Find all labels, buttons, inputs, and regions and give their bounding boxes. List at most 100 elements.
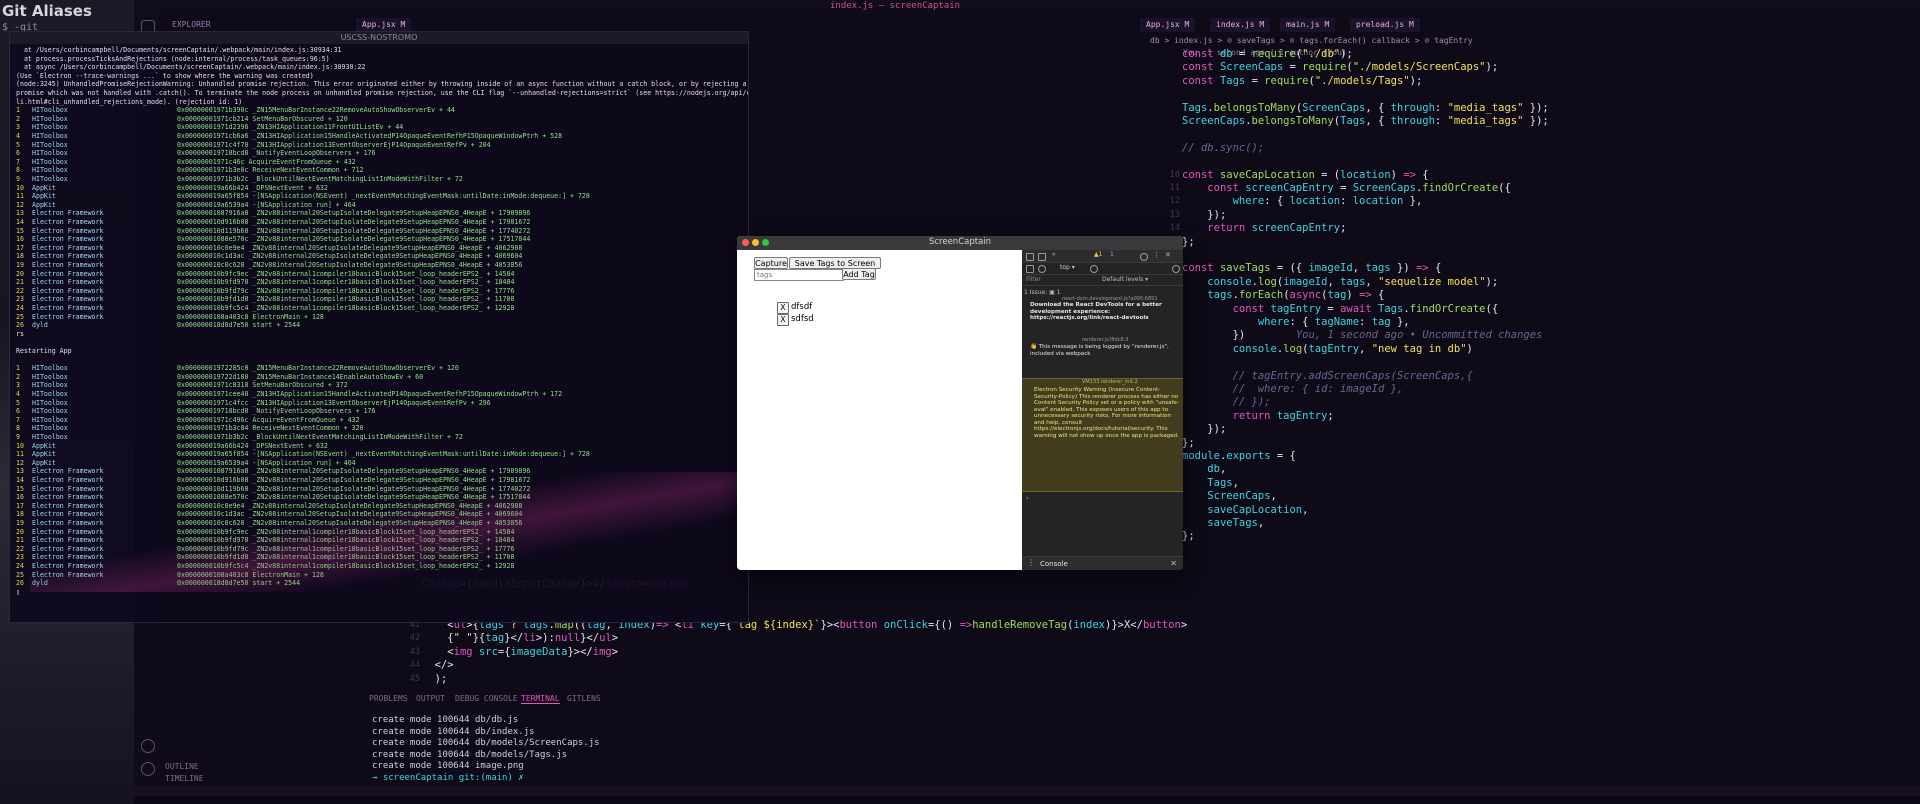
code-text: return tagEntry; <box>1232 409 1334 422</box>
stack-frame-line: 23 Electron Framework 0x000000010b9fd1d8 _… <box>16 553 515 562</box>
code-text: }) You, 1 second ago • Uncommitted chang… <box>1232 329 1543 342</box>
tab-app-jsx[interactable]: App.jsx M <box>356 18 412 32</box>
stack-frame-line: 2 HIToolbox 0x000000019722d180 _ZN15MenuBa… <box>16 372 424 381</box>
code-text: // tagEntry.addScreenCaps(ScreenCaps,{ <box>1232 369 1473 382</box>
stack-frame-line: 10 AppKit 0x000000019a66b424 _DPSNextEvent… <box>16 441 328 450</box>
stack-frame-line: 13 Electron Framework 0x00000001087916a8 _… <box>16 467 531 476</box>
tab-debug-console[interactable]: DEBUG CONSOLE <box>455 694 518 703</box>
code-text: where: { location: location }, <box>1232 195 1423 208</box>
tab-index-js[interactable]: index.js M <box>1210 18 1271 32</box>
stack-frame-line: 25 Electron Framework 0x0000000108a403c8 E… <box>16 312 324 321</box>
drawer-menu-icon[interactable]: ⋮ <box>1027 558 1035 567</box>
messages-badge[interactable]: 1 <box>1110 251 1114 258</box>
timeline-section[interactable]: TIMELINE <box>165 774 204 783</box>
add-tag-button[interactable]: Add Tag <box>842 268 876 280</box>
stack-frame-line: 22 Electron Framework 0x000000010b9fd79c _… <box>16 544 515 553</box>
filter-input[interactable]: Filter <box>1026 276 1041 283</box>
kebab-menu-icon[interactable]: ⋮ <box>1153 251 1160 259</box>
app-content: Capture Save Tags to Screen Cap Add Tag … <box>737 250 1022 570</box>
tag-text: dfsdf <box>791 302 813 312</box>
tab-main-js[interactable]: main.js M <box>1280 18 1336 32</box>
code-text: module.exports = { <box>1182 450 1296 462</box>
gear-icon[interactable] <box>141 762 155 776</box>
vscode-titlebar <box>134 0 1920 14</box>
stack-frame-line: 15 Electron Framework 0x000000010d119b68 _… <box>16 484 531 493</box>
code-text: }; <box>1182 530 1195 543</box>
react-devtools-message: Download the React DevTools for a better… <box>1030 302 1162 321</box>
tab-terminal[interactable]: TERMINAL <box>521 694 560 704</box>
terminal-line: create mode 100644 db/models/Tags.js <box>372 749 568 760</box>
message-source-link[interactable]: renderer.js?8dc8:3 <box>1082 337 1128 343</box>
code-text: const saveCapLocation = (location) => { <box>1182 168 1429 181</box>
stack-frame-line: 15 Electron Framework 0x000000010d119b68 _… <box>16 226 531 235</box>
breadcrumb[interactable]: db > index.js > ⊘ saveTags > ⊘ tags.forE… <box>1150 36 1473 45</box>
outline-section[interactable]: OUTLINE <box>165 762 199 771</box>
clear-console-icon[interactable] <box>1038 265 1046 273</box>
stack-frame-line: 26 dyld 0x000000018d8d7e50 start + 2544 <box>16 321 301 330</box>
tab-output[interactable]: OUTPUT <box>416 694 445 703</box>
stack-frame-line: 17 Electron Framework 0x000000010c0e9e4 _Z… <box>16 501 523 510</box>
capture-button[interactable]: Capture <box>754 257 788 269</box>
tab-gitlens[interactable]: GITLENS <box>567 694 601 703</box>
tab-problems[interactable]: PROBLEMS <box>369 694 408 703</box>
console-tab[interactable]: Console <box>1040 560 1068 568</box>
stack-frame-line: 24 Electron Framework 0x000000010b9fc5c4 _… <box>16 304 515 312</box>
console-toolbar: top ▾ <box>1022 263 1183 275</box>
account-icon[interactable] <box>141 739 155 753</box>
tags-input[interactable] <box>754 269 844 281</box>
line-number: 13 <box>1169 209 1180 220</box>
console-prompt-icon[interactable]: › <box>1026 494 1029 502</box>
tab-preload-js[interactable]: preload.js M <box>1350 18 1420 32</box>
terminal-window[interactable]: USCSS-NOSTROMO at /Users/corbincampbell/… <box>9 31 749 623</box>
line-number: 44 <box>409 660 420 670</box>
close-drawer-icon[interactable]: ✕ <box>1170 559 1177 568</box>
warnings-badge[interactable]: ▲1 <box>1094 251 1102 258</box>
code-text: }); <box>1207 208 1227 221</box>
tab-app-jsx-right[interactable]: App.jsx M <box>1140 18 1196 32</box>
line-number: 42 <box>409 633 420 643</box>
code-text: const Tags = require("./models/Tags"); <box>1182 74 1423 87</box>
code-text: </> <box>434 659 454 671</box>
stack-frame-line: 12 AppKit 0x000000019a6539a4 -[NSApplicati… <box>16 458 356 467</box>
sidebar-toggle-icon[interactable] <box>1026 265 1034 273</box>
code-text: // }); <box>1232 396 1271 409</box>
close-devtools-icon[interactable]: ✕ <box>1165 251 1171 259</box>
remove-tag-button[interactable]: X <box>777 314 789 326</box>
code-text: ScreenCaps, <box>1207 490 1277 503</box>
terminal-title: USCSS-NOSTROMO <box>340 33 418 42</box>
stack-frame-line: 9 HIToolbox 0x00000001971b3b2c _BlockUntil… <box>16 433 463 441</box>
devtools-panel: » ▲1 1 ⋮ ✕ top ▾ Filter Default levels ▾… <box>1022 250 1183 570</box>
issues-count[interactable]: 1 Issue: ▣ 1 <box>1024 289 1061 296</box>
remove-tag-button[interactable]: X <box>777 302 789 314</box>
eye-icon[interactable] <box>1090 265 1098 273</box>
code-text: // where: { id: imageId }, <box>1232 383 1404 395</box>
stack-frame-line: 16 Electron Framework 0x00000001088e570c _… <box>16 235 531 244</box>
context-select[interactable]: top ▾ <box>1060 264 1075 271</box>
devtools-toolbar: » ▲1 1 ⋮ ✕ <box>1022 250 1183 263</box>
stack-frame-line: 17 Electron Framework 0x000000010c0e9e4 _Z… <box>16 243 523 252</box>
code-text: const db = require("./db"); <box>1182 48 1353 60</box>
stack-frame-line: 4 HIToolbox 0x00000001971cb6a6 _ZN13HIAppl… <box>16 132 563 140</box>
integrated-terminal[interactable]: create mode 100644 db/db.js create mode 1… <box>372 715 600 784</box>
stack-frame-line: 21 Electron Framework 0x000000010b9fd978 _… <box>16 536 515 545</box>
stack-frame-line: 8 HIToolbox 0x00000001971b3c84 ReceiveNext… <box>16 424 364 433</box>
inspect-icon[interactable] <box>1026 253 1034 261</box>
tag-text: sdfsd <box>791 314 814 324</box>
console-filter-row: Filter Default levels ▾ <box>1022 275 1183 286</box>
code-text: Tags.belongsToMany(ScreenCaps, { through… <box>1182 101 1549 114</box>
device-toolbar-icon[interactable] <box>1038 253 1046 261</box>
terminal-line: create mode 100644 db/index.js <box>372 726 535 737</box>
stack-frame-line: 10 AppKit 0x000000019a66b424 _DPSNextEvent… <box>16 183 328 192</box>
settings-gear-icon[interactable] <box>1140 253 1148 261</box>
stack-frame-line: 6 HIToolbox 0x000000019718bcd8 _NotifyEven… <box>16 149 376 158</box>
more-tabs-icon[interactable]: » <box>1052 251 1056 258</box>
warning-source-link[interactable]: VM133 renderer_init:2 <box>1082 379 1138 385</box>
console-settings-icon[interactable] <box>1172 265 1180 273</box>
line-number: 12 <box>1169 196 1180 207</box>
default-levels-select[interactable]: Default levels ▾ <box>1102 276 1148 283</box>
status-bar <box>134 786 1920 796</box>
stack-frame-line: 19 Electron Framework 0x000000010c0c628 _Z… <box>16 519 523 527</box>
terminal-line: → screenCaptain git:(main) ✗ <box>372 772 530 783</box>
stack-frame-line: 1 HIToolbox 0x00000001971b390c _ZN15MenuBa… <box>16 106 455 115</box>
code-text: <img src={imageData}></img> <box>447 645 619 658</box>
